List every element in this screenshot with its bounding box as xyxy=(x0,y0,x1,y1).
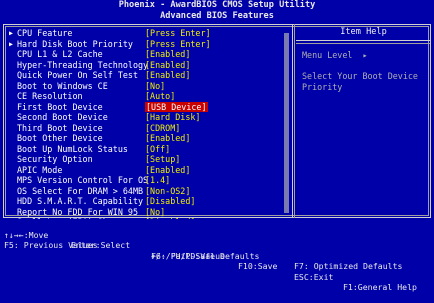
setting-row[interactable]: Third Boot Device [CDROM] xyxy=(9,123,289,134)
setting-label: Third Boot Device xyxy=(17,122,103,133)
setting-label: MPS Version Control For OS xyxy=(17,175,149,185)
key-exit: ESC:Exit xyxy=(294,271,334,282)
submenu-arrow-icon: ▶ xyxy=(9,39,13,48)
key-save: F10:Save xyxy=(238,261,278,271)
setting-value[interactable]: [Enabled] xyxy=(145,60,190,71)
setting-label: Hard Disk Boot Priority xyxy=(17,38,133,49)
help-divider xyxy=(296,40,430,44)
setting-value[interactable]: [No] xyxy=(145,81,165,92)
panel-divider xyxy=(292,24,295,218)
setting-label: First Boot Device xyxy=(17,101,103,112)
setting-value[interactable]: [Enabled] xyxy=(145,133,190,144)
setting-row[interactable]: Boot to Windows CE [No] xyxy=(9,81,289,92)
setting-value[interactable]: [Off] xyxy=(145,144,170,155)
setting-label: CPU Feature xyxy=(17,28,73,38)
menu-level-text: Menu Level ▸ xyxy=(302,50,368,60)
setting-row[interactable]: MPS Version Control For OS [1.4] xyxy=(9,175,289,186)
key-legend-row-2: F5: Previous Values F6: Fail-Safe Defaul… xyxy=(0,230,434,271)
setting-label: Second Boot Device xyxy=(17,112,108,122)
setting-row[interactable]: Second Boot Device [Hard Disk] xyxy=(9,112,289,123)
item-help-panel: Item Help Menu Level ▸ Select Your Boot … xyxy=(296,24,431,92)
setting-value[interactable]: [Enabled] xyxy=(145,165,190,176)
setting-row[interactable]: OS Select For DRAM > 64MB [Non-OS2] xyxy=(9,186,289,197)
help-title: Item Help xyxy=(340,27,387,37)
setting-value[interactable]: [Disabled] xyxy=(145,196,195,207)
key-failsafe-defaults: F6: Fail-Safe Defaults xyxy=(151,250,260,261)
help-description: Select Your Boot Device Priority xyxy=(302,71,418,92)
utility-title: Phoenix - AwardBIOS CMOS Setup Utility xyxy=(118,0,316,10)
submenu-arrow-icon: ▶ xyxy=(9,29,13,37)
setting-label: Quick Power On Self Test xyxy=(17,70,139,80)
setting-label: Report No FDD For WIN 95 xyxy=(17,206,139,217)
key-legend: ↑↓→←:Move Enter:Select +/-/PU/PD:Value F… xyxy=(0,219,434,293)
setting-row[interactable]: ▶ Hard Disk Boot Priority [Press Enter] xyxy=(9,39,289,50)
setting-row[interactable]: CPU L1 & L2 Cache [Enabled] xyxy=(9,49,289,60)
setting-row[interactable]: Report No FDD For WIN 95 [No] xyxy=(9,207,289,218)
setting-value[interactable]: [Hard Disk] xyxy=(145,112,200,123)
setting-value[interactable]: [Press Enter] xyxy=(145,39,211,50)
setting-label: CE Resolution xyxy=(17,91,83,101)
setting-value[interactable]: [1.4] xyxy=(145,175,170,186)
setting-label: Boot Other Device xyxy=(17,133,103,143)
setting-row[interactable]: HDD S.M.A.R.T. Capability [Disabled] xyxy=(9,196,289,207)
setting-value[interactable]: [Press Enter] xyxy=(145,28,211,39)
setting-row[interactable]: Boot Up NumLock Status [Off] xyxy=(9,144,289,155)
page-title: Advanced BIOS Features xyxy=(160,10,274,21)
setting-value[interactable]: [Enabled] xyxy=(145,49,190,60)
setting-row[interactable]: CE Resolution [Auto] xyxy=(9,91,289,102)
setting-row[interactable]: Security Option [Setup] xyxy=(9,154,289,165)
setting-label: APIC Mode xyxy=(17,164,63,175)
setting-label: Boot Up NumLock Status xyxy=(17,143,128,154)
setting-label: OS Select For DRAM > 64MB xyxy=(17,185,144,196)
setting-value[interactable]: [Setup] xyxy=(145,154,180,165)
setting-row[interactable]: Quick Power On Self Test [Enabled] xyxy=(9,70,289,81)
setting-value[interactable]: [CDROM] xyxy=(145,123,180,134)
key-previous-values: F5: Previous Values xyxy=(4,240,98,250)
bios-header: Phoenix - AwardBIOS CMOS Setup Utility A… xyxy=(0,0,434,23)
setting-row[interactable]: Boot Other Device [Enabled] xyxy=(9,133,289,144)
setting-value[interactable]: [Auto] xyxy=(145,91,175,102)
key-optimized-defaults: F7: Optimized Defaults xyxy=(294,261,403,271)
setting-value[interactable]: [Non-OS2] xyxy=(145,186,190,197)
settings-list: ▶ CPU Feature [Press Enter] ▶ Hard Disk Boot… xyxy=(9,28,289,228)
setting-label: CPU L1 & L2 Cache xyxy=(17,49,103,59)
setting-row[interactable]: ▶ CPU Feature [Press Enter] xyxy=(9,28,289,39)
key-help: F1:General Help xyxy=(343,282,417,292)
setting-row[interactable]: First Boot Device [USB Device] xyxy=(9,101,289,112)
setting-value[interactable]: [No] xyxy=(145,207,165,218)
setting-label: HDD S.M.A.R.T. Capability xyxy=(17,196,144,206)
setting-value[interactable]: [USB Device] xyxy=(145,101,208,112)
setting-row[interactable]: APIC Mode [Enabled] xyxy=(9,165,289,176)
setting-label: Boot to Windows CE xyxy=(17,80,108,91)
setting-label: Security Option xyxy=(17,154,93,164)
setting-row[interactable]: Hyper-Threading Technology [Enabled] xyxy=(9,60,289,71)
key-legend-row-1: ↑↓→←:Move Enter:Select +/-/PU/PD:Value F… xyxy=(0,219,434,293)
setting-value[interactable]: [Enabled] xyxy=(145,70,190,81)
setting-label: Hyper-Threading Technology xyxy=(17,59,149,70)
